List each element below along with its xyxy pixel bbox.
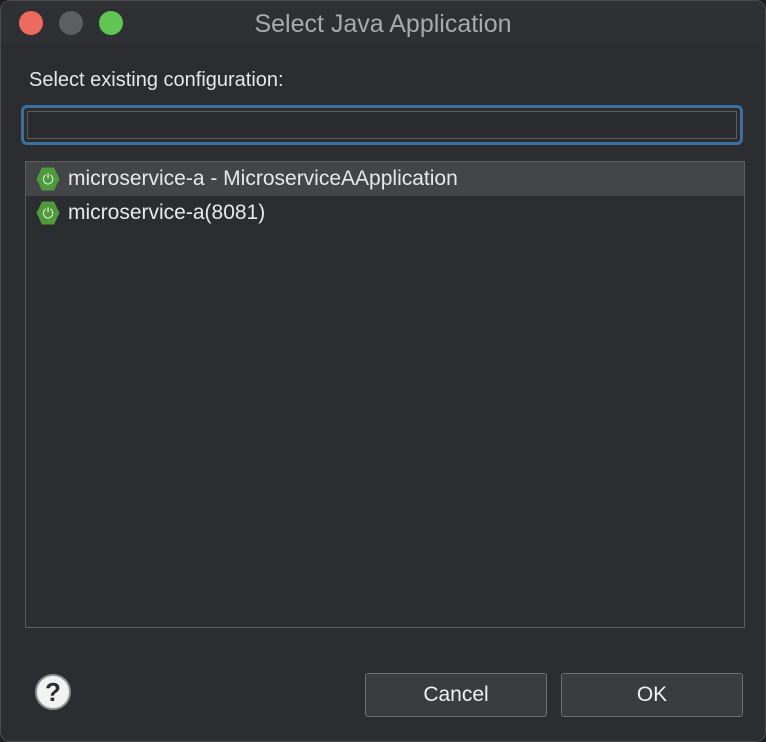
list-item[interactable]: ⏻ microservice-a - MicroserviceAApplicat… xyxy=(26,162,744,196)
spring-boot-icon: ⏻ xyxy=(36,201,60,225)
configuration-filter-input[interactable] xyxy=(27,111,737,139)
title-bar: Select Java Application xyxy=(1,1,765,45)
help-button[interactable]: ? xyxy=(35,674,71,710)
window-title: Select Java Application xyxy=(254,10,512,38)
filter-field-focus-ring xyxy=(21,105,743,145)
list-item[interactable]: ⏻ microservice-a(8081) xyxy=(26,196,744,230)
configuration-prompt-label: Select existing configuration: xyxy=(29,69,284,91)
select-java-application-dialog: Select Java Application Select existing … xyxy=(0,0,766,742)
spring-boot-icon: ⏻ xyxy=(36,167,60,191)
list-item-label: microservice-a - MicroserviceAApplicatio… xyxy=(68,167,458,190)
cancel-button[interactable]: Cancel xyxy=(365,673,547,717)
configuration-list[interactable]: ⏻ microservice-a - MicroserviceAApplicat… xyxy=(25,161,745,628)
ok-button[interactable]: OK xyxy=(561,673,743,717)
list-item-label: microservice-a(8081) xyxy=(68,201,266,224)
help-icon: ? xyxy=(45,676,61,707)
